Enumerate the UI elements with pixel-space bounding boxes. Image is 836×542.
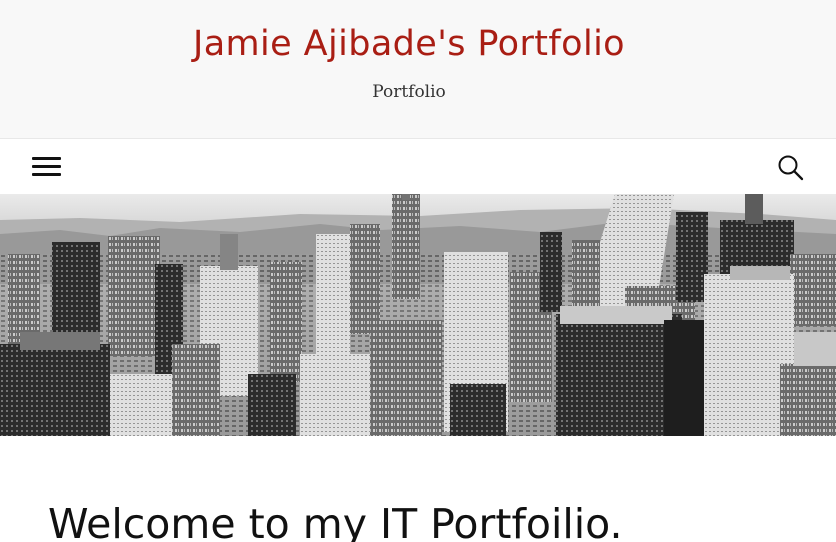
site-description: Portfolio <box>372 82 446 102</box>
menu-line-top <box>32 157 61 160</box>
menu-line-bottom <box>32 173 61 176</box>
main-content: Welcome to my IT Portfoilio. <box>0 436 836 542</box>
site-header: Jamie Ajibade's Portfolio Portfolio <box>0 0 836 139</box>
page-heading: Welcome to my IT Portfoilio. <box>48 500 623 542</box>
search-icon[interactable] <box>776 153 806 183</box>
site-title[interactable]: Jamie Ajibade's Portfolio <box>0 22 818 66</box>
navigation-bar <box>0 139 836 194</box>
hero-image <box>0 194 836 436</box>
hamburger-menu-icon[interactable] <box>30 155 64 179</box>
menu-line-middle <box>32 165 61 168</box>
search-icon-graphic <box>778 155 804 181</box>
city-skyline-image <box>0 194 836 436</box>
